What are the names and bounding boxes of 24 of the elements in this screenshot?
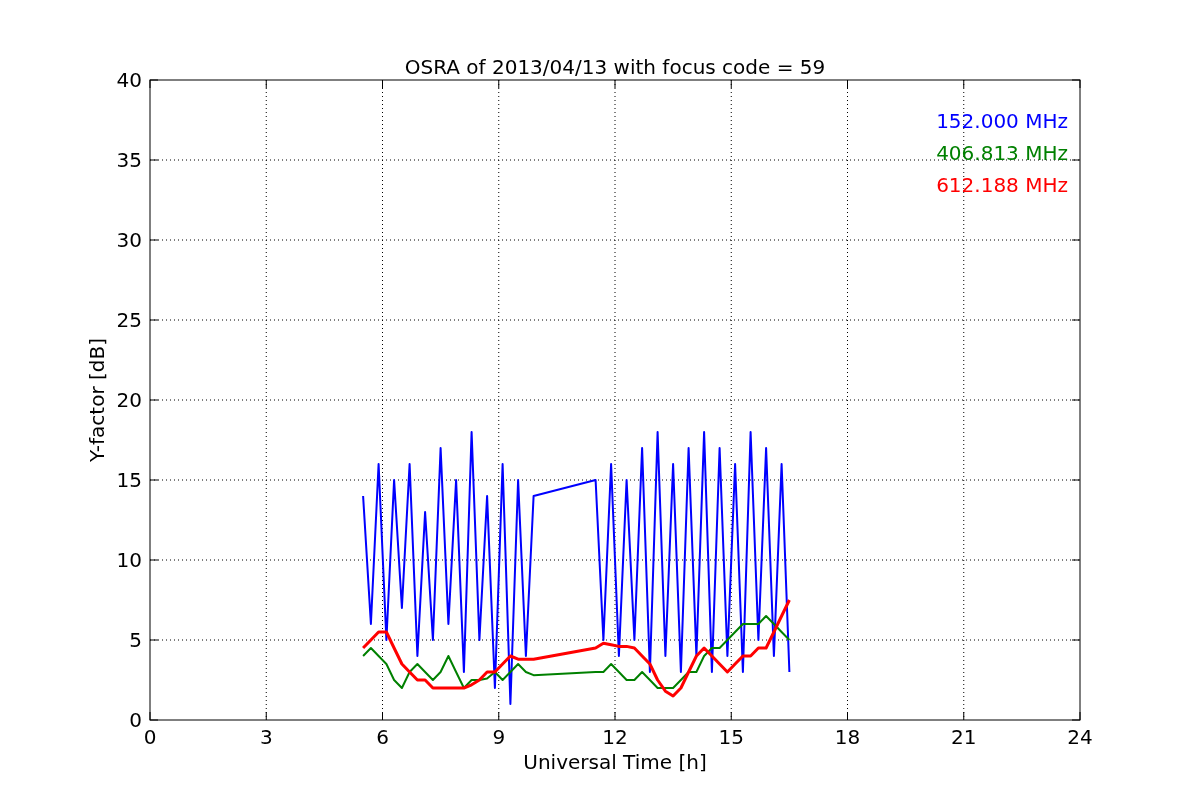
y-tick-label: 40 [116, 68, 142, 92]
x-tick-label: 18 [834, 725, 861, 749]
x-tick-label: 9 [492, 725, 506, 749]
y-tick-label: 10 [116, 548, 142, 572]
legend-label: 612.188 MHz [936, 173, 1068, 197]
y-tick-label: 20 [116, 388, 142, 412]
chart-title: OSRA of 2013/04/13 with focus code = 59 [404, 55, 826, 79]
y-tick-label: 35 [116, 148, 142, 172]
x-tick-label: 15 [718, 725, 744, 749]
y-tick-label: 30 [116, 228, 142, 252]
x-axis-label: Universal Time [h] [523, 750, 707, 774]
y-tick-label: 15 [116, 468, 142, 492]
x-tick-label: 3 [259, 725, 273, 749]
legend-label: 406.813 MHz [936, 141, 1068, 165]
y-tick-label: 0 [129, 708, 142, 732]
y-tick-label: 5 [129, 628, 142, 652]
y-axis-label: Y-factor [dB] [85, 338, 109, 462]
x-tick-label: 0 [143, 725, 157, 749]
x-tick-label: 21 [951, 725, 977, 749]
legend-label: 152.000 MHz [936, 109, 1068, 133]
y-tick-label: 25 [116, 308, 142, 332]
x-tick-label: 24 [1067, 725, 1093, 749]
x-tick-label: 12 [602, 725, 628, 749]
x-tick-label: 6 [376, 725, 389, 749]
